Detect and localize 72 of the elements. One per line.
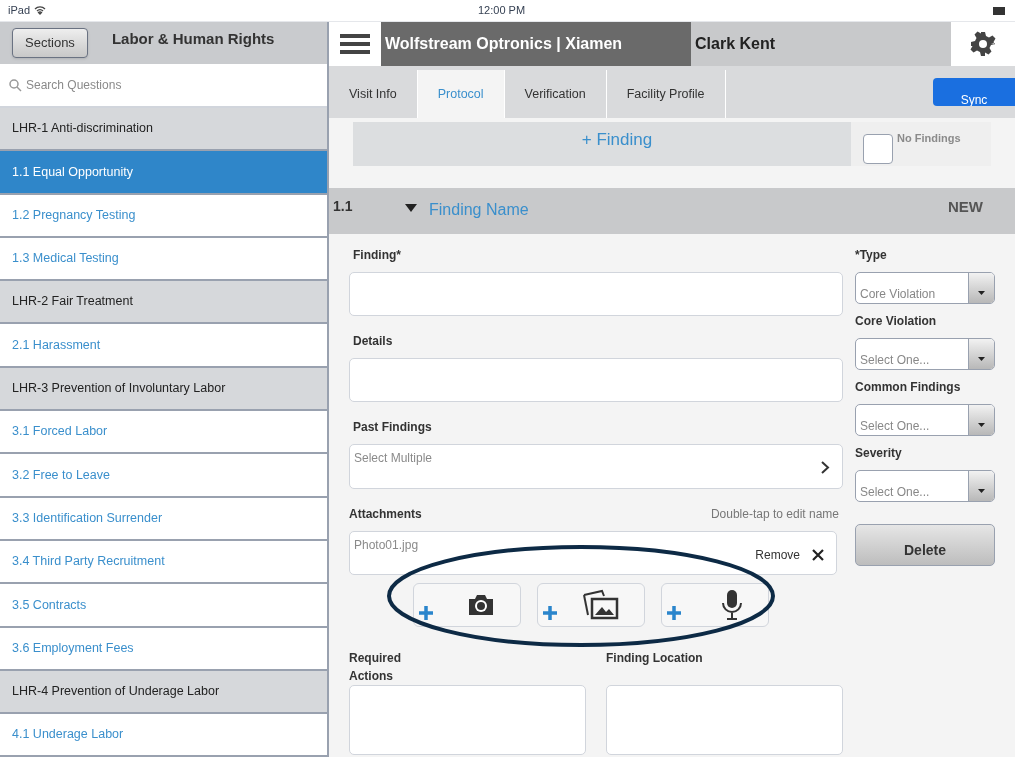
field-label: Past Findings [353, 419, 433, 436]
device-name: iPad [8, 3, 31, 19]
add-attachment-button[interactable] [661, 583, 769, 627]
menu-button[interactable] [329, 22, 381, 66]
settings-icon [970, 31, 996, 57]
field-label: Finding* [353, 247, 402, 264]
finding-name: Finding Name [429, 200, 529, 220]
dropdown-value: Select One... [859, 484, 931, 501]
section-header[interactable]: LHR-1 Anti-discrimination [0, 108, 327, 152]
field-label: Severity [855, 445, 903, 462]
status-label: NEW [948, 197, 983, 217]
sections-button[interactable]: Sections [12, 28, 88, 58]
no-findings-label: No Findings [897, 131, 961, 146]
plus-icon [666, 605, 682, 621]
company-name: Wolfstream Optronics | Xiamen [385, 34, 623, 54]
finding-field[interactable] [349, 272, 843, 316]
file-name: Photo01.jpg [354, 537, 419, 554]
field-label: Core Violation [855, 313, 938, 330]
dropdown-value: Select One... [859, 352, 931, 369]
search-field[interactable]: Search Questions [26, 76, 226, 94]
photos-icon [582, 589, 620, 621]
settings-button[interactable] [951, 22, 1015, 66]
field-label: Attachments [349, 506, 422, 523]
field-label: Required Actions [349, 650, 402, 685]
search-icon [8, 78, 22, 92]
wifi-icon [34, 6, 47, 15]
microphone-icon [720, 589, 744, 621]
section-header[interactable]: LHR-4 Prevention of Underage Labor [0, 670, 327, 715]
sync-button[interactable]: Sync [933, 78, 1015, 106]
no-findings-checkbox[interactable] [863, 134, 893, 164]
section-header[interactable]: LHR-2 Fair Treatment [0, 281, 327, 325]
field-label: Common Findings [855, 379, 962, 396]
required-actions-field[interactable] [349, 685, 586, 755]
field-label: Details [353, 333, 394, 350]
user-name: Clark Kent [695, 34, 776, 54]
dropdown-value: Select One... [859, 418, 931, 435]
battery-icon [993, 5, 1007, 16]
dropdown-arrow-icon [978, 423, 985, 427]
details-field[interactable] [349, 358, 843, 402]
dropdown-value: Core Violation [859, 286, 937, 303]
section-title: Labor & Human Rights [111, 28, 275, 49]
close-icon [812, 549, 824, 561]
past-findings-field[interactable]: Select Multiple [349, 444, 843, 489]
section-header[interactable]: LHR-3 Prevention of Involuntary Labor [0, 367, 327, 412]
dropdown-arrow-icon [978, 357, 985, 361]
menu-icon [340, 33, 370, 55]
finding-header[interactable]: 1.1 Finding Name NEW [329, 188, 1015, 234]
camera-icon [466, 592, 496, 618]
past-findings-placeholder: Select Multiple [354, 450, 433, 467]
chevron-right-icon [821, 461, 830, 474]
plus-icon [542, 605, 558, 621]
add-attachment-button[interactable] [537, 583, 645, 627]
dropdown[interactable]: Select One... [855, 338, 995, 370]
dropdown[interactable]: Core Violation [855, 272, 995, 304]
field-label: Finding Location [606, 650, 703, 667]
delete-button[interactable]: Delete [855, 524, 995, 566]
dropdown[interactable]: Select One... [855, 404, 995, 436]
attachment-row[interactable]: Photo01.jpg Remove [349, 531, 837, 575]
field-label: *Type [855, 247, 888, 264]
finding-number: 1.1 [333, 197, 354, 216]
plus-icon [418, 605, 434, 621]
clock: 12:00 PM [478, 3, 526, 19]
finding-location-field[interactable] [606, 685, 843, 755]
dropdown[interactable]: Select One... [855, 470, 995, 502]
question-item[interactable]: 1.1 Equal Opportunity [0, 151, 327, 195]
add-attachment-button[interactable] [413, 583, 521, 627]
attachments-hint: Double-tap to edit name [710, 506, 839, 523]
dropdown-arrow-icon [978, 489, 985, 493]
tab[interactable]: Protocol [417, 70, 505, 118]
caret-icon [405, 204, 417, 212]
remove-button[interactable]: Remove [755, 546, 824, 564]
dropdown-arrow-icon [978, 291, 985, 295]
